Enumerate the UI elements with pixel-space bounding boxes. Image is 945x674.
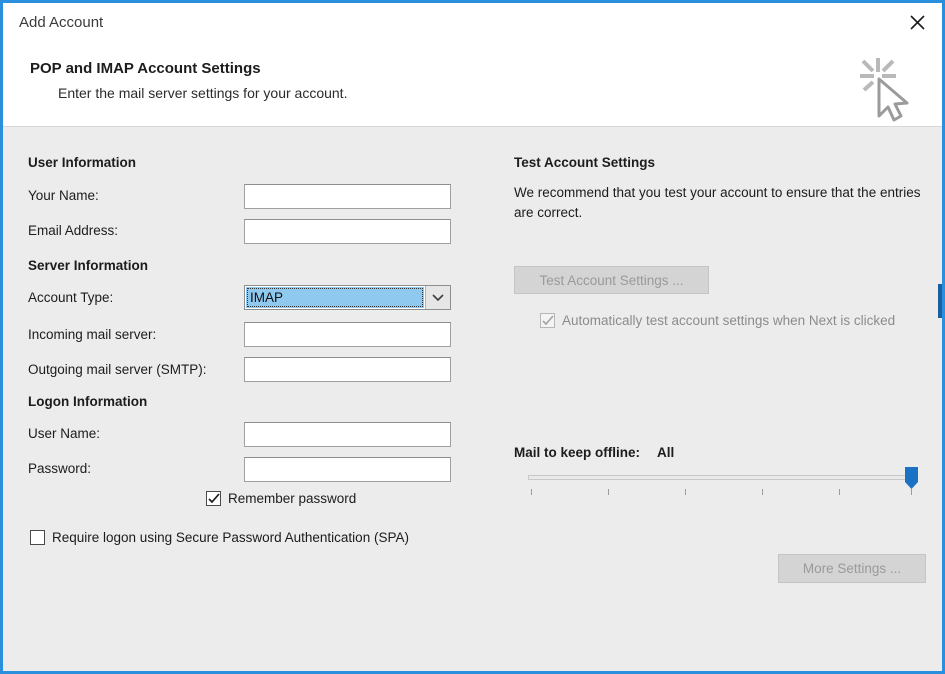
dialog-header: POP and IMAP Account Settings Enter the …: [3, 44, 942, 127]
offline-slider-value: All: [657, 445, 675, 460]
user-information-heading: User Information: [28, 155, 137, 170]
window-edge-marker: [938, 284, 942, 318]
account-type-value: IMAP: [246, 287, 424, 308]
cursor-sparkle-icon: [860, 58, 909, 122]
slider-tick: [839, 489, 840, 495]
user-name-input[interactable]: [244, 422, 451, 447]
more-settings-button[interactable]: More Settings ...: [778, 554, 926, 583]
test-account-heading: Test Account Settings: [514, 155, 656, 170]
slider-thumb[interactable]: [905, 467, 918, 489]
password-input[interactable]: [244, 457, 451, 482]
server-information-heading: Server Information: [28, 258, 149, 273]
test-account-settings-button[interactable]: Test Account Settings ...: [514, 266, 709, 294]
remember-password-label: Remember password: [228, 491, 357, 506]
offline-slider-label: Mail to keep offline: All: [514, 445, 674, 460]
auto-test-label: Automatically test account settings when…: [562, 313, 896, 328]
checkbox-box: [540, 313, 555, 328]
account-type-label: Account Type:: [28, 290, 114, 305]
account-type-select[interactable]: IMAP: [244, 285, 451, 310]
window-title: Add Account: [19, 14, 104, 31]
offline-slider[interactable]: [528, 467, 924, 497]
page-subtitle: Enter the mail server settings for your …: [58, 85, 348, 101]
password-label: Password:: [28, 461, 92, 476]
slider-track[interactable]: [528, 475, 918, 480]
slider-tick: [531, 489, 532, 495]
incoming-mail-server-input[interactable]: [244, 322, 451, 347]
offline-slider-caption: Mail to keep offline:: [514, 445, 641, 460]
test-account-pane: Test Account Settings We recommend that …: [503, 127, 942, 671]
add-account-dialog: Add Account POP and IMAP Account Setting…: [0, 0, 945, 674]
check-icon: [208, 493, 220, 504]
test-account-description: We recommend that you test your account …: [514, 185, 921, 220]
logon-information-heading: Logon Information: [28, 394, 148, 409]
your-name-label: Your Name:: [28, 188, 99, 203]
slider-tick: [762, 489, 763, 495]
email-address-label: Email Address:: [28, 223, 119, 238]
spa-checkbox[interactable]: Require logon using Secure Password Auth…: [30, 529, 450, 546]
email-address-input[interactable]: [244, 219, 451, 244]
page-title: POP and IMAP Account Settings: [30, 60, 261, 77]
slider-tick: [911, 489, 912, 495]
checkbox-box: [206, 491, 221, 506]
slider-tick: [685, 489, 686, 495]
close-button[interactable]: [898, 7, 936, 37]
checkbox-box: [30, 530, 45, 545]
remember-password-checkbox[interactable]: Remember password: [206, 490, 356, 507]
outgoing-mail-server-input[interactable]: [244, 357, 451, 382]
dialog-body: User Information Your Name: Email Addres…: [3, 127, 942, 671]
user-name-label: User Name:: [28, 426, 101, 441]
title-bar: Add Account: [3, 3, 942, 44]
check-icon: [542, 315, 554, 326]
slider-tick: [608, 489, 609, 495]
auto-test-checkbox[interactable]: Automatically test account settings when…: [540, 312, 930, 329]
spa-label: Require logon using Secure Password Auth…: [52, 530, 409, 545]
account-type-dropdown-button[interactable]: [425, 286, 450, 309]
chevron-down-icon: [432, 293, 444, 301]
close-icon: [909, 14, 925, 30]
settings-form: User Information Your Name: Email Addres…: [3, 127, 503, 671]
incoming-mail-server-label: Incoming mail server:: [28, 327, 157, 342]
your-name-input[interactable]: [244, 184, 451, 209]
outgoing-mail-server-label: Outgoing mail server (SMTP):: [28, 362, 207, 377]
